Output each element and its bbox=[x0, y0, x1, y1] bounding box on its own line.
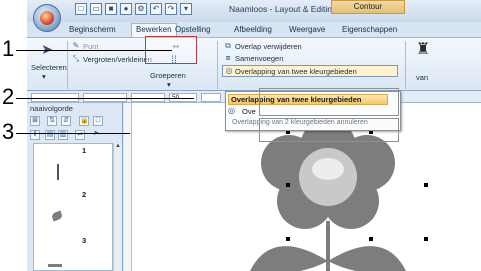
vertical-ruler bbox=[124, 103, 132, 271]
ribbon-tabs: Beginscherm Bewerken Opstelling Afbeeldi… bbox=[27, 23, 481, 37]
title-bar: □ ▭ ■ ● ⚙ ↶ ↷ ▾ Naamloos - Layout & Edit… bbox=[27, 0, 481, 22]
select-dropdown-icon[interactable]: ▾ bbox=[42, 72, 46, 81]
leaf-right bbox=[328, 246, 406, 271]
leaf-left bbox=[250, 246, 328, 271]
van-button[interactable]: van bbox=[416, 73, 428, 82]
group-button[interactable]: Groeperen bbox=[150, 71, 186, 80]
pointer-icon[interactable]: ➤ bbox=[91, 130, 101, 140]
selection-handle[interactable] bbox=[286, 237, 290, 241]
tab-bewerken[interactable]: Bewerken bbox=[131, 23, 177, 37]
selection-handle[interactable] bbox=[424, 237, 428, 241]
merge-icon: ⧈ bbox=[225, 53, 231, 62]
overlap-remove-icon: ⧉ bbox=[225, 41, 231, 50]
select-button[interactable]: Selecteren bbox=[31, 63, 67, 72]
scroll-up-icon[interactable]: ▲ bbox=[115, 143, 121, 150]
list-item[interactable] bbox=[38, 198, 84, 234]
thread-icon[interactable]: ‖ bbox=[30, 130, 40, 140]
sewing-order-pane: naaivolgorde ⊠ ⇅ ⇵ 🔒 □ ‖ ▤ ▥ ⇌ ➤ 1 2 3 bbox=[27, 103, 123, 271]
sort-icon[interactable]: ⇌ bbox=[75, 130, 85, 140]
settings-icon[interactable]: ⚙ bbox=[135, 3, 147, 15]
tab-afbeelding[interactable]: Afbeelding bbox=[234, 23, 272, 37]
callout-box-2 bbox=[259, 88, 399, 116]
callout-box-3 bbox=[259, 118, 399, 142]
select-arrow-icon[interactable]: ➤ bbox=[37, 42, 57, 60]
order-icon[interactable]: ⇵ bbox=[61, 116, 71, 126]
lock-icon[interactable]: 🔒 bbox=[79, 116, 89, 126]
tab-beginscherm[interactable]: Beginscherm bbox=[69, 23, 116, 37]
group-dropdown-icon[interactable]: ▾ bbox=[167, 80, 171, 89]
selection-handle[interactable] bbox=[369, 237, 373, 241]
tab-opstelling[interactable]: Opstelling bbox=[175, 23, 211, 37]
resize-button[interactable]: Vergroten/verkleinen bbox=[83, 55, 152, 64]
color-field[interactable] bbox=[201, 93, 221, 102]
frame-icon[interactable]: □ bbox=[93, 116, 103, 126]
new-icon[interactable]: □ bbox=[75, 3, 87, 15]
callout-number-2: 2 bbox=[2, 84, 15, 109]
group-icon[interactable]: ⁞⁞ bbox=[163, 54, 185, 66]
open-icon[interactable]: ▭ bbox=[90, 3, 102, 15]
pane-toolbar: ⊠ ⇅ ⇵ 🔒 □ bbox=[27, 115, 123, 127]
selection-handle[interactable] bbox=[424, 183, 428, 187]
sewing-order-list[interactable]: 1 2 3 bbox=[33, 143, 113, 271]
quick-access-toolbar: □ ▭ ■ ● ⚙ ↶ ↷ ▾ bbox=[75, 3, 192, 15]
stamp-icon[interactable]: ♜ bbox=[413, 42, 433, 63]
undo-icon[interactable]: ↶ bbox=[150, 3, 162, 15]
pane-title: naaivolgorde bbox=[30, 104, 73, 113]
tooltip-row-label[interactable]: Ove bbox=[242, 107, 256, 116]
callout-line-2 bbox=[16, 98, 194, 99]
overlap-icon: ◎ bbox=[225, 66, 233, 75]
overlap-two-colors-button[interactable]: ◎ Overlapping van twee kleurgebieden bbox=[222, 65, 398, 77]
callout-number-3: 3 bbox=[2, 119, 15, 144]
move-icon[interactable]: ⇅ bbox=[47, 116, 57, 126]
tab-eigenschappen[interactable]: Eigenschappen bbox=[342, 23, 397, 37]
stop-icon[interactable]: ● bbox=[120, 3, 132, 15]
fit-icon[interactable]: ⊠ bbox=[30, 116, 40, 126]
pane-toolbar-secondary: ‖ ▤ ▥ ⇌ ➤ bbox=[27, 129, 123, 142]
list-item[interactable] bbox=[38, 244, 84, 271]
color-a-icon[interactable]: ▤ bbox=[45, 130, 55, 140]
flower-center-highlight bbox=[312, 158, 344, 180]
resize-icon: ⤡ bbox=[72, 54, 80, 63]
overlap-remove-button[interactable]: Overlap verwijderen bbox=[235, 42, 302, 51]
callout-number-1: 1 bbox=[2, 36, 15, 61]
callout-line-1 bbox=[16, 50, 172, 51]
list-item[interactable] bbox=[38, 154, 84, 190]
save-icon[interactable]: ■ bbox=[105, 3, 117, 15]
context-tab-contour[interactable]: Contour bbox=[331, 0, 405, 14]
flower-stem bbox=[326, 221, 330, 271]
application-window: □ ▭ ■ ● ⚙ ↶ ↷ ▾ Naamloos - Layout & Edit… bbox=[27, 0, 481, 271]
customize-icon[interactable]: ▾ bbox=[180, 3, 192, 15]
redo-icon[interactable]: ↷ bbox=[165, 3, 177, 15]
window-title: Naamloos - Layout & Editing bbox=[229, 4, 337, 14]
merge-button[interactable]: Samenvoegen bbox=[235, 54, 283, 63]
pane-scrollbar[interactable]: ▲ bbox=[113, 143, 121, 271]
color-b-icon[interactable]: ▥ bbox=[58, 130, 68, 140]
selection-handle[interactable] bbox=[286, 183, 290, 187]
ribbon: ➤ Selecteren ▾ ✎ Punt ⤡ Vergroten/verkle… bbox=[27, 36, 481, 91]
callout-line-3 bbox=[16, 133, 130, 134]
tab-weergave[interactable]: Weergave bbox=[289, 23, 325, 37]
